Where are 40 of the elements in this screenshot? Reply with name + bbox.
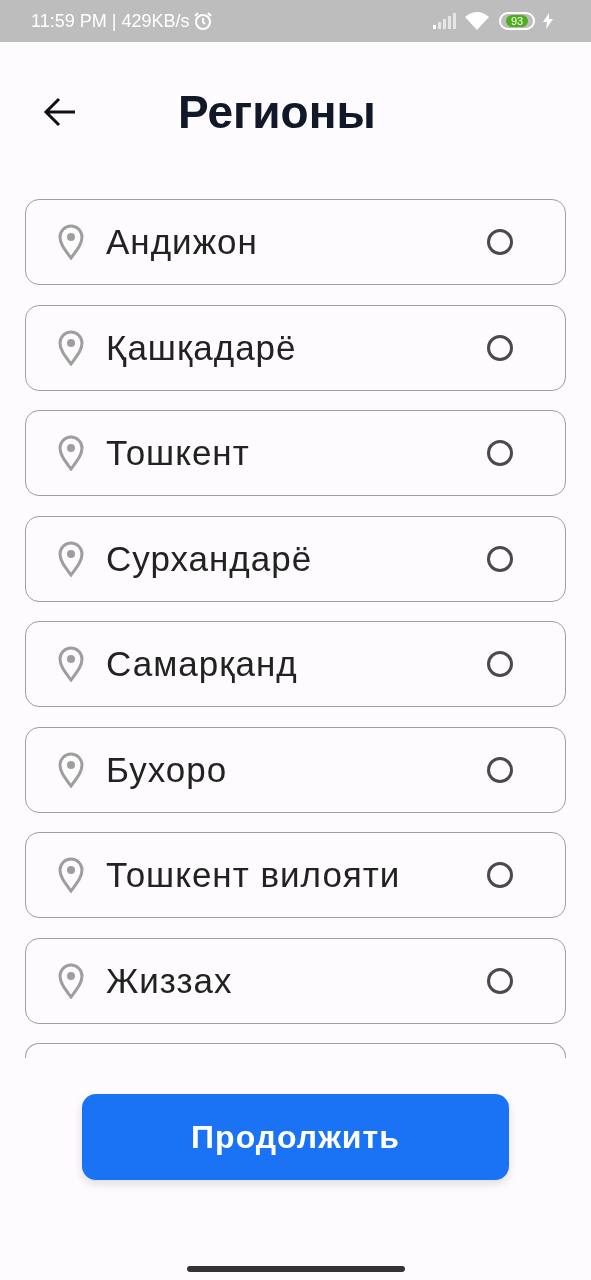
wifi-icon	[465, 12, 489, 30]
radio-button[interactable]	[487, 651, 513, 677]
radio-button[interactable]	[487, 967, 513, 994]
location-pin-icon	[58, 962, 84, 999]
location-pin-icon	[58, 435, 84, 471]
region-name: Сурхандарё	[106, 538, 314, 579]
location-pin-icon	[58, 329, 84, 366]
radio-button[interactable]	[487, 545, 513, 572]
radio-button[interactable]	[487, 440, 513, 466]
alarm-icon	[193, 11, 214, 31]
region-name: Жиззах	[106, 960, 234, 1001]
region-item[interactable]: Сурхандарё	[25, 515, 566, 602]
location-pin-icon	[58, 540, 84, 577]
region-item[interactable]: Бухоро	[25, 726, 566, 813]
region-name: Бухоро	[106, 749, 229, 790]
region-name: Тошкент вилояти	[106, 855, 402, 895]
location-pin-icon	[58, 646, 84, 682]
region-item[interactable]: Жиззах	[25, 937, 566, 1024]
charging-icon	[543, 13, 553, 29]
region-name: Самарқанд	[106, 644, 299, 684]
radio-button[interactable]	[487, 229, 513, 255]
status-text: 11:59 PM | 429KB/s	[31, 10, 190, 32]
region-item[interactable]: Тошкент	[25, 410, 566, 496]
region-item[interactable]: Андижон	[25, 199, 566, 285]
radio-button[interactable]	[487, 756, 513, 783]
radio-button[interactable]	[487, 334, 513, 361]
continue-button[interactable]: Продолжить	[82, 1094, 509, 1180]
location-pin-icon	[58, 224, 84, 260]
region-name: Андижон	[106, 222, 259, 262]
location-pin-icon	[58, 751, 84, 788]
signal-icon	[433, 13, 457, 29]
location-pin-icon	[58, 857, 84, 893]
region-name: Қашқадарё	[106, 327, 298, 368]
radio-button[interactable]	[487, 862, 513, 888]
battery-icon: 93	[499, 12, 535, 30]
region-item[interactable]: Қашқадарё	[25, 304, 566, 391]
region-item[interactable]: Самарқанд	[25, 621, 566, 707]
page-title: Регионы	[178, 85, 376, 139]
region-item[interactable]: Тошкент вилояти	[25, 832, 566, 918]
region-name: Тошкент	[106, 433, 251, 473]
